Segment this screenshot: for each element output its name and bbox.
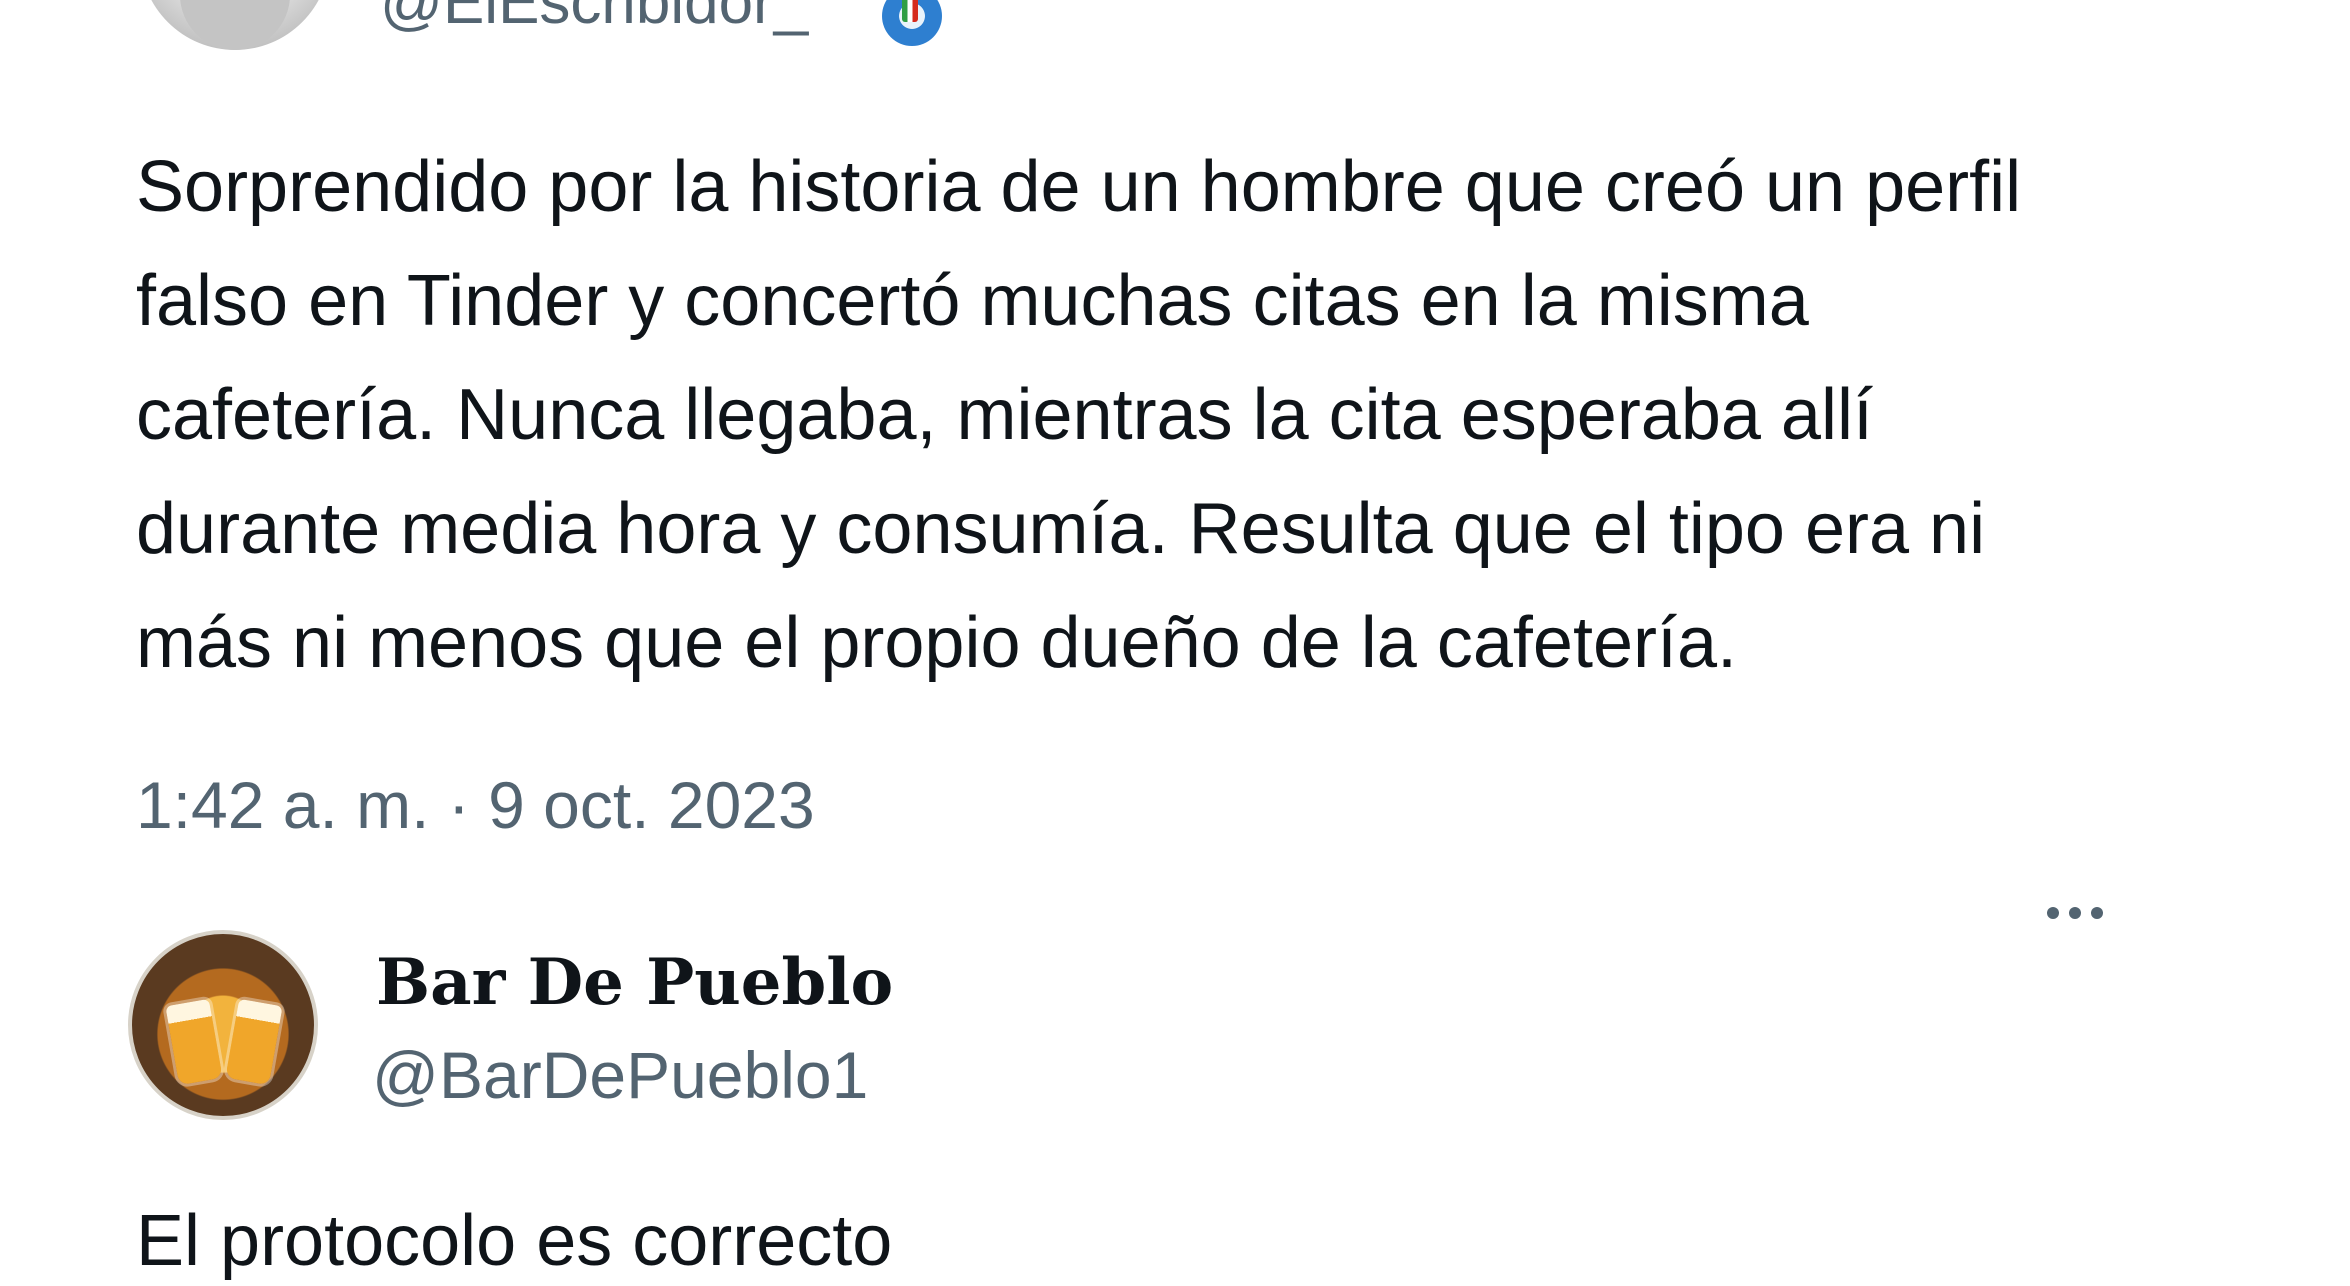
beer-glass-icon	[165, 998, 223, 1086]
reply-handle[interactable]: @BarDePueblo1	[372, 1040, 868, 1110]
ellipsis-icon	[2047, 907, 2059, 919]
tweet-text-line: falso en Tinder y concertó muchas citas …	[136, 261, 1809, 341]
reply-text: El protocolo es correcto	[136, 1201, 893, 1281]
tweet-text-line: cafetería. Nunca llegaba, mientras la ci…	[136, 375, 1873, 455]
tweet-text-line: durante media hora y consumía. Resulta q…	[136, 489, 1986, 569]
author-handle[interactable]: @ElEscribidor_	[380, 0, 808, 34]
flag-icon	[882, 0, 942, 46]
ellipsis-icon	[2091, 907, 2103, 919]
reply-avatar[interactable]	[128, 930, 318, 1120]
tweet-text: Sorprendido por la historia de un hombre…	[136, 130, 2176, 700]
tweet-text-line: más ni menos que el propio dueño de la c…	[136, 603, 1738, 683]
author-avatar[interactable]	[140, 0, 330, 50]
tweet-text-line: Sorprendido por la historia de un hombre…	[136, 147, 2022, 227]
tweet-timestamp[interactable]: 1:42 a. m. · 9 oct. 2023	[136, 765, 815, 845]
beer-glass-icon	[225, 998, 283, 1086]
ellipsis-icon	[2069, 907, 2081, 919]
reply-display-name[interactable]: Bar De Pueblo	[376, 948, 893, 1018]
more-options-button[interactable]	[2030, 888, 2120, 938]
